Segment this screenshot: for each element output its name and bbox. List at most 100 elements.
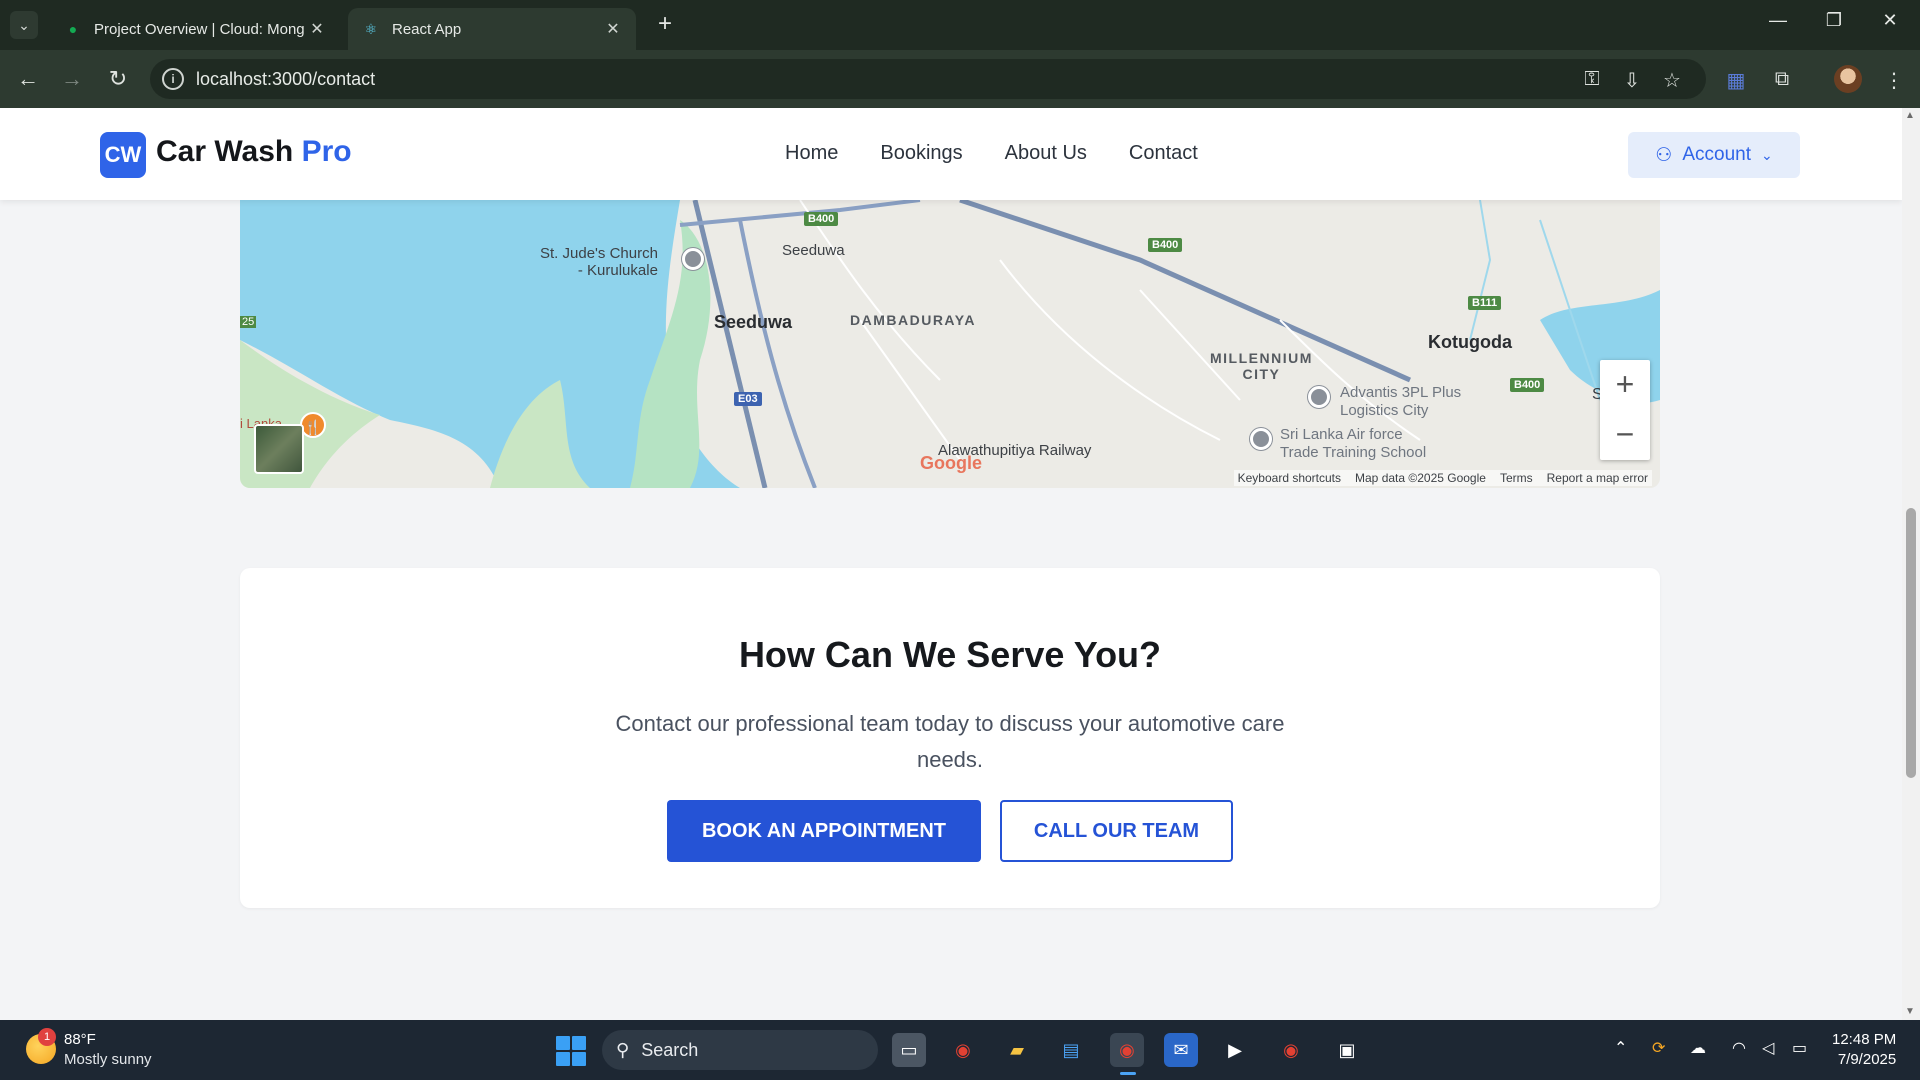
site-info-icon[interactable]: i (162, 68, 184, 90)
nav-bookings[interactable]: Bookings (880, 142, 962, 165)
map-label-airforce-school: Sri Lanka Air force Trade Training Schoo… (1280, 426, 1427, 461)
browser-menu-icon[interactable]: ⋮ (1880, 68, 1908, 93)
chevron-down-icon: ⌄ (1760, 146, 1773, 163)
logo-badge[interactable]: CW (100, 132, 146, 178)
chrome-icon[interactable]: ◉ (946, 1033, 980, 1067)
forward-icon[interactable]: → (58, 66, 86, 94)
church-pin-icon[interactable] (682, 248, 704, 270)
map-label-church: St. Jude's Church - Kurulukale (540, 245, 658, 279)
keyboard-shortcuts-link[interactable]: Keyboard shortcuts (1238, 471, 1341, 485)
clock-date: 7/9/2025 (1837, 1051, 1897, 1068)
logo-text[interactable]: Car Wash Pro (156, 135, 352, 169)
tab-title: React App (392, 20, 462, 38)
mongodb-leaf-icon: ● (68, 21, 78, 37)
map-data-attribution: Map data ©2025 Google (1355, 471, 1486, 485)
page-viewport: CW Car Wash Pro Home Bookings About Us C… (0, 108, 1902, 1020)
address-bar[interactable]: i localhost:3000/contact (150, 59, 1706, 99)
location-map[interactable]: St. Jude's Church - Kurulukale Seeduwa S… (240, 200, 1660, 488)
outlook-icon[interactable]: ✉ (1164, 1033, 1198, 1067)
map-zoom-controls: + − (1600, 360, 1650, 460)
taskbar-search-label: Search (641, 1039, 699, 1060)
road-tag-b400: B400 (804, 212, 839, 226)
onedrive-icon[interactable]: ☁ (1690, 1038, 1706, 1058)
weather-badge: 1 (38, 1028, 56, 1046)
zoom-out-button[interactable]: − (1600, 410, 1650, 460)
road-tag-b400: B400 (1510, 378, 1545, 392)
sync-icon[interactable]: ⟳ (1652, 1038, 1665, 1058)
bookmark-star-icon[interactable]: ☆ (1658, 68, 1686, 93)
chrome-active-icon[interactable]: ◉ (1110, 1033, 1144, 1067)
taskbar-search[interactable]: ⚲ Search (602, 1030, 878, 1070)
nav-home[interactable]: Home (785, 142, 838, 165)
user-icon: ⚇ (1655, 144, 1673, 166)
map-label-seeduwa-small: Seeduwa (782, 242, 845, 259)
call-our-team-button[interactable]: CALL OUR TEAM (1000, 800, 1233, 862)
windows-start-icon[interactable] (556, 1036, 586, 1066)
tab-react-app[interactable]: ⚛ React App ✕ (348, 8, 636, 50)
browser-toolbar: ← → ↻ i localhost:3000/contact ⚿ ⇩ ☆ ▦ ⧉… (0, 50, 1920, 108)
tray-chevron-icon[interactable]: ⌃ (1614, 1038, 1627, 1058)
road-b400-north (679, 200, 921, 227)
volume-icon[interactable]: ◁ (1762, 1038, 1774, 1058)
account-button[interactable]: ⚇ Account ⌄ (1628, 132, 1800, 178)
map-label-advantis: Advantis 3PL Plus Logistics City (1340, 384, 1462, 419)
cta-text: Contact our professional team today to d… (615, 711, 1285, 772)
map-label-seeduwa: Seeduwa (714, 312, 793, 332)
nav-contact[interactable]: Contact (1129, 142, 1198, 165)
task-view-icon[interactable]: ▭ (892, 1033, 926, 1067)
clock-time: 12:48 PM (1832, 1031, 1897, 1048)
weather-temperature[interactable]: 88°F (64, 1031, 96, 1048)
satellite-toggle[interactable] (254, 424, 304, 474)
main-nav: Home Bookings About Us Contact (785, 142, 1198, 165)
password-key-icon[interactable]: ⚿ (1578, 68, 1606, 91)
map-label-kotugoda: Kotugoda (1428, 332, 1512, 352)
logo-main: Car Wash (156, 135, 294, 168)
media-player-icon[interactable]: ▶ (1218, 1033, 1252, 1067)
road-b400-east (959, 200, 1412, 383)
tab-project-overview[interactable]: ● Project Overview | Cloud: Mong ✕ (50, 8, 340, 50)
close-icon[interactable]: ✕ (604, 19, 622, 39)
nav-about-us[interactable]: About Us (1005, 142, 1087, 165)
back-icon[interactable]: ← (14, 66, 42, 94)
page-scrollbar[interactable]: ▲ ▼ (1902, 108, 1920, 1020)
book-appointment-button[interactable]: BOOK AN APPOINTMENT (667, 800, 981, 862)
taskbar-clock[interactable]: 12:48 PM 7/9/2025 (1832, 1030, 1896, 1070)
report-map-error-link[interactable]: Report a map error (1547, 471, 1648, 485)
weather-description[interactable]: Mostly sunny (64, 1051, 152, 1068)
wifi-icon[interactable]: ◠ (1732, 1038, 1746, 1058)
advantis-pin-icon[interactable] (1308, 386, 1330, 408)
road-tag-b111: B111 (1468, 296, 1502, 310)
cta-card: How Can We Serve You? Contact our profes… (240, 568, 1660, 908)
minimize-icon[interactable]: — (1758, 10, 1798, 31)
airforce-pin-icon[interactable] (1250, 428, 1272, 450)
tab-title: Project Overview | Cloud: Mong (94, 20, 305, 38)
url-text[interactable]: localhost:3000/contact (196, 69, 375, 90)
install-app-icon[interactable]: ⇩ (1618, 68, 1646, 93)
new-tab-button[interactable]: + (652, 12, 678, 38)
battery-icon[interactable]: ▭ (1792, 1038, 1807, 1058)
window-close-icon[interactable]: ✕ (1870, 10, 1910, 31)
scroll-up-icon[interactable]: ▲ (1905, 110, 1915, 121)
profile-avatar[interactable] (1834, 65, 1862, 93)
close-icon[interactable]: ✕ (308, 19, 326, 39)
minor-roads (799, 200, 1421, 461)
extension-icon[interactable]: ▦ (1722, 68, 1750, 93)
google-logo: Google (920, 453, 982, 473)
notepad-icon[interactable]: ▤ (1054, 1033, 1088, 1067)
terms-link[interactable]: Terms (1500, 471, 1533, 485)
active-app-indicator (1120, 1072, 1136, 1075)
terminal-icon[interactable]: ▣ (1330, 1033, 1364, 1067)
road-tag-b400: B400 (1148, 238, 1183, 252)
chrome-profile-icon[interactable]: ◉ (1274, 1033, 1308, 1067)
zoom-in-button[interactable]: + (1600, 360, 1650, 410)
scroll-down-icon[interactable]: ▼ (1905, 1006, 1915, 1017)
scrollbar-thumb[interactable] (1906, 508, 1916, 778)
reload-icon[interactable]: ↻ (104, 66, 132, 94)
react-icon: ⚛ (364, 21, 378, 37)
extensions-puzzle-icon[interactable]: ⧉ (1768, 68, 1796, 91)
logo-accent: Pro (301, 135, 352, 168)
site-header: CW Car Wash Pro Home Bookings About Us C… (0, 108, 1902, 200)
tab-search-button[interactable]: ⌄ (10, 11, 38, 39)
file-explorer-icon[interactable]: ▰ (1000, 1033, 1034, 1067)
restore-icon[interactable]: ❐ (1814, 10, 1854, 31)
